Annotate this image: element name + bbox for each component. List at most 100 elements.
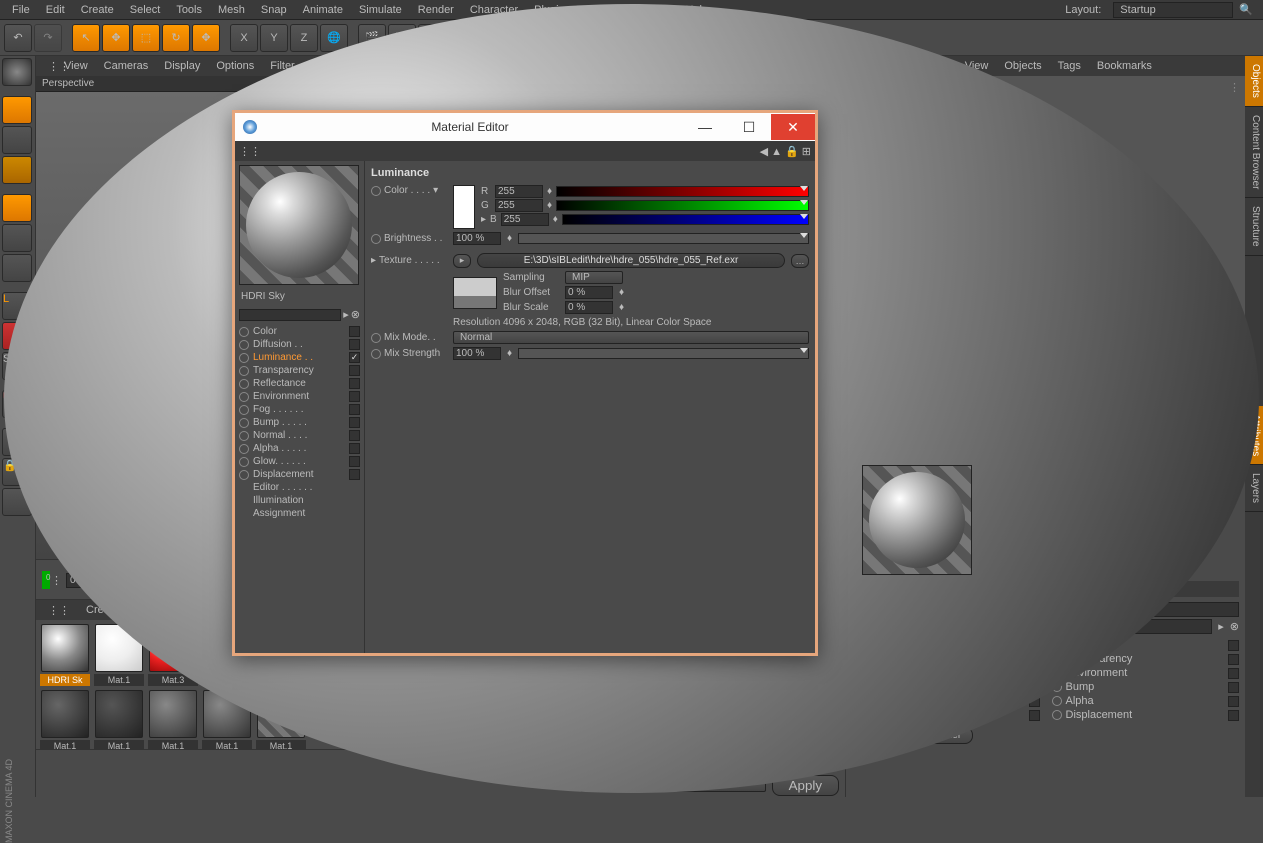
channel-check[interactable] — [1228, 654, 1239, 665]
channel-check[interactable] — [349, 378, 360, 389]
radio-icon[interactable] — [239, 366, 249, 376]
channel-check[interactable] — [1228, 710, 1239, 721]
nav-back-icon[interactable]: ◀ ▲ 🔒 ⊞ — [760, 145, 811, 158]
channel-check[interactable] — [349, 326, 360, 337]
arrow-icon[interactable]: ▸ — [343, 308, 349, 321]
radio-icon[interactable] — [239, 444, 249, 454]
texture-path[interactable]: E:\3D\sIBLedit\hdre\hdre_055\hdre_055_Re… — [477, 253, 785, 268]
radio-icon[interactable] — [239, 405, 249, 415]
texture-mode-button[interactable] — [2, 126, 32, 154]
channel-check[interactable] — [349, 365, 360, 376]
texture-browse-button[interactable]: … — [791, 254, 809, 268]
layer-clear-icon[interactable]: ⊗ — [1230, 620, 1239, 633]
objmenu-objects[interactable]: Objects — [996, 58, 1049, 74]
radio-icon[interactable] — [239, 340, 249, 350]
texture-thumbnail[interactable] — [453, 277, 497, 309]
color-b-input[interactable] — [501, 213, 549, 226]
texture-arrow-button[interactable]: ▸ — [453, 254, 471, 268]
color-swatch[interactable] — [453, 185, 475, 229]
channel-check[interactable] — [349, 456, 360, 467]
channel-check[interactable] — [349, 443, 360, 454]
close-button[interactable]: ✕ — [771, 114, 815, 140]
last-tool[interactable]: ✥ — [192, 24, 220, 52]
layout-dropdown[interactable]: Startup — [1113, 2, 1233, 18]
radio-icon[interactable] — [1052, 696, 1062, 706]
channel-check[interactable] — [349, 404, 360, 415]
layer-arrow-icon[interactable]: ▸ — [1218, 620, 1224, 633]
sampling-dropdown[interactable]: MIP — [565, 271, 623, 284]
menu-edit[interactable]: Edit — [38, 2, 73, 18]
mix-strength-input[interactable] — [453, 347, 501, 360]
channel-check[interactable] — [1228, 668, 1239, 679]
menu-mesh[interactable]: Mesh — [210, 2, 253, 18]
vmenu-options[interactable]: Options — [208, 58, 262, 74]
menu-tools[interactable]: Tools — [168, 2, 210, 18]
radio-icon[interactable] — [239, 418, 249, 428]
attr-material-preview[interactable] — [862, 465, 972, 575]
radio-icon[interactable] — [371, 186, 381, 196]
slider-mix-strength[interactable] — [518, 348, 809, 359]
channel-check[interactable] — [349, 430, 360, 441]
minimize-button[interactable]: — — [683, 114, 727, 140]
blur-scale-input[interactable] — [565, 301, 613, 314]
menu-animate[interactable]: Animate — [295, 2, 351, 18]
radio-icon[interactable] — [239, 379, 249, 389]
select-tool[interactable]: ↖ — [72, 24, 100, 52]
me-material-name[interactable]: HDRI Sky — [239, 289, 360, 304]
slider-green[interactable] — [556, 200, 809, 211]
channel-check[interactable] — [1029, 710, 1040, 721]
objmenu-bookmarks[interactable]: Bookmarks — [1089, 58, 1160, 74]
brightness-input[interactable] — [453, 232, 501, 245]
channel-check[interactable] — [1228, 640, 1239, 651]
redo-button[interactable]: ↷ — [34, 24, 62, 52]
vtab-content[interactable]: Content Browser — [1245, 107, 1263, 198]
edges-mode-button[interactable] — [2, 224, 32, 252]
radio-icon[interactable] — [239, 470, 249, 480]
me-sub-editor[interactable]: Editor . . . . . . — [239, 481, 360, 494]
make-editable-button[interactable] — [2, 58, 32, 86]
slider-brightness[interactable] — [518, 233, 809, 244]
color-g-input[interactable] — [495, 199, 543, 212]
mix-mode-dropdown[interactable]: Normal — [453, 331, 809, 344]
blur-offset-input[interactable] — [565, 286, 613, 299]
radio-icon[interactable] — [1052, 710, 1062, 720]
menu-snap[interactable]: Snap — [253, 2, 295, 18]
workplane-button[interactable] — [2, 156, 32, 184]
radio-icon[interactable] — [239, 353, 249, 363]
search-icon[interactable]: 🔍 — [1233, 1, 1259, 18]
polys-mode-button[interactable] — [2, 254, 32, 282]
menu-file[interactable]: File — [4, 2, 38, 18]
radio-icon[interactable] — [239, 392, 249, 402]
layer-field[interactable] — [239, 309, 341, 321]
axis-x-button[interactable]: X — [230, 24, 258, 52]
menu-select[interactable]: Select — [122, 2, 169, 18]
vis-dot-icon[interactable]: ⋮ — [1229, 81, 1240, 94]
radio-icon[interactable] — [239, 431, 249, 441]
vmenu-display[interactable]: Display — [156, 58, 208, 74]
model-mode-button[interactable] — [2, 96, 32, 124]
rotate-tool[interactable]: ↻ — [162, 24, 190, 52]
channel-check[interactable] — [349, 417, 360, 428]
objmenu-tags[interactable]: Tags — [1050, 58, 1089, 74]
vmenu-cameras[interactable]: Cameras — [96, 58, 157, 74]
radio-icon[interactable] — [239, 457, 249, 467]
channel-check[interactable] — [349, 339, 360, 350]
channel-check[interactable] — [1228, 682, 1239, 693]
channel-luminance[interactable]: Luminance . . — [253, 352, 345, 363]
material-item[interactable]: Mat.1 — [40, 690, 90, 752]
me-material-preview[interactable] — [239, 165, 359, 285]
channel-check[interactable] — [349, 352, 360, 363]
me-sub-illumination[interactable]: Illumination — [239, 494, 360, 507]
channel-check[interactable] — [349, 391, 360, 402]
vmenu-view[interactable]: View — [56, 58, 96, 74]
channel-check[interactable] — [1228, 696, 1239, 707]
slider-red[interactable] — [556, 186, 809, 197]
slider-blue[interactable] — [562, 214, 809, 225]
material-item[interactable]: Mat.1 — [148, 690, 198, 752]
points-mode-button[interactable] — [2, 194, 32, 222]
material-item[interactable]: Mat.1 — [94, 690, 144, 752]
radio-icon[interactable] — [239, 327, 249, 337]
menu-create[interactable]: Create — [73, 2, 122, 18]
clear-icon[interactable]: ⊗ — [351, 308, 360, 321]
maximize-button[interactable]: ☐ — [727, 114, 771, 140]
